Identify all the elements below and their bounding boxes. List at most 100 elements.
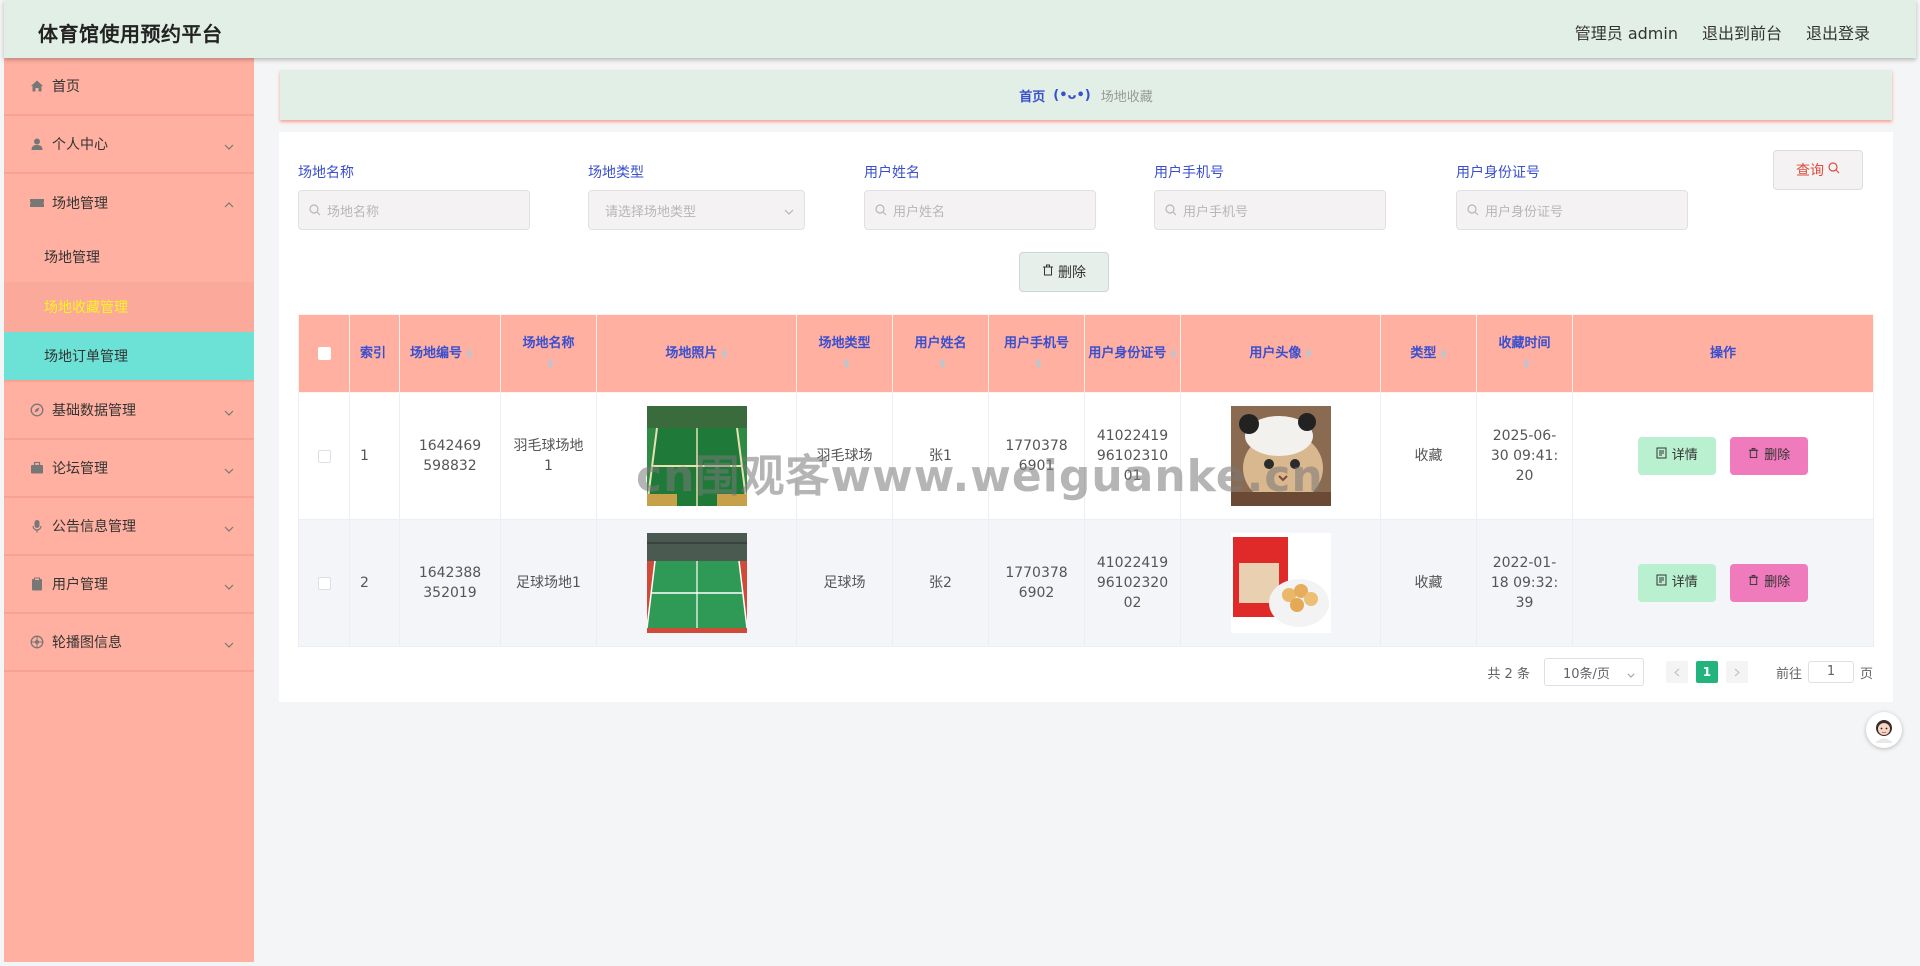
sort-caret-icon[interactable]: ▲ ▼ <box>466 347 472 360</box>
assistant-avatar-button[interactable] <box>1866 712 1902 748</box>
col-header-label: 用户手机号 <box>1003 335 1069 351</box>
breadcrumb-home[interactable]: 首页 <box>1019 86 1045 105</box>
cell-actions: 详情 删除 <box>1572 392 1874 520</box>
sidebar-subitem-venue-orders[interactable]: 场地订单管理 <box>4 332 254 382</box>
cell-fav-type: 收藏 <box>1380 392 1477 520</box>
logout-link[interactable]: 退出登录 <box>1806 20 1870 44</box>
cell-venue-photo <box>596 519 797 647</box>
cell-index: 2 <box>349 519 400 647</box>
venue-name-input[interactable]: 场地名称 <box>298 190 530 230</box>
col-header[interactable]: 场地类型 ▲ ▼ <box>796 314 893 393</box>
user-phone-placeholder: 用户手机号 <box>1183 204 1249 220</box>
chevron-down-icon <box>224 138 234 154</box>
venue-photo[interactable] <box>646 533 747 633</box>
cell-type: 羽毛球场 <box>796 392 893 520</box>
sort-caret-icon[interactable]: ▲ ▼ <box>547 357 553 370</box>
batch-delete-button[interactable]: 删除 <box>1019 252 1109 292</box>
col-header[interactable]: 用户头像 ▲ ▼ <box>1180 314 1381 393</box>
user-id-card-input[interactable]: 用户身份证号 <box>1456 190 1688 230</box>
prev-page-button[interactable] <box>1665 661 1688 683</box>
sort-caret-icon[interactable]: ▲ ▼ <box>1170 347 1176 360</box>
search-icon <box>875 204 887 216</box>
venue-type-label: 场地类型 <box>588 165 644 181</box>
col-header-label: 操作 <box>1709 345 1736 361</box>
select-all-checkbox[interactable] <box>317 346 331 360</box>
cell-name-text: 羽毛球场地1 <box>513 438 584 474</box>
sort-caret-icon[interactable]: ▲ ▼ <box>1305 347 1311 360</box>
sidebar-subitem-venue-favorites[interactable]: 场地收藏管理 <box>4 282 254 332</box>
user-id-card-label: 用户身份证号 <box>1456 165 1540 181</box>
col-header-label: 场地编号 <box>410 345 463 361</box>
row-checkbox[interactable] <box>317 576 331 590</box>
sort-caret-icon[interactable]: ▲ ▼ <box>939 357 945 370</box>
sidebar-item-users[interactable]: 用户管理 <box>4 556 254 614</box>
sort-caret-icon[interactable]: ▲ ▼ <box>721 347 727 360</box>
header-actions: 管理员 admin 退出到前台 退出登录 <box>1575 20 1870 44</box>
cell-user: 张2 <box>892 519 989 647</box>
sort-caret-icon[interactable]: ▲ ▼ <box>1035 357 1041 370</box>
search-icon <box>1828 162 1840 178</box>
col-header: 索引 <box>349 314 400 393</box>
user-phone-label: 用户手机号 <box>1154 165 1224 181</box>
venue-photo[interactable] <box>646 406 747 506</box>
delete-button[interactable]: 删除 <box>1730 564 1809 602</box>
col-header[interactable]: 场地名称 ▲ ▼ <box>500 314 597 393</box>
page-number-button[interactable]: 1 <box>1695 661 1718 683</box>
venue-type-select[interactable]: 请选择场地类型 <box>588 190 805 230</box>
sidebar-item-home[interactable]: 首页 <box>4 58 254 116</box>
user-phone-input[interactable]: 用户手机号 <box>1154 190 1386 230</box>
sidebar-item-basic-data[interactable]: 基础数据管理 <box>4 382 254 440</box>
sidebar-item-carousel[interactable]: 轮播图信息 <box>4 614 254 672</box>
col-header[interactable]: 场地编号 ▲ ▼ <box>399 314 501 393</box>
detail-button[interactable]: 详情 <box>1637 564 1716 602</box>
col-header-label: 场地类型 <box>818 335 871 351</box>
cell-type: 足球场 <box>796 519 893 647</box>
sidebar-item-forum[interactable]: 论坛管理 <box>4 440 254 498</box>
col-header[interactable]: 用户身份证号 ▲ ▼ <box>1084 314 1181 393</box>
app-title: 体育馆使用预约平台 <box>38 22 223 46</box>
cell-id-card-text: 410224199610231001 <box>1096 428 1169 484</box>
user-name-placeholder: 用户姓名 <box>893 204 946 220</box>
user-avatar-image[interactable] <box>1230 406 1331 506</box>
delete-button-label: 删除 <box>1764 448 1791 463</box>
user-name-input[interactable]: 用户姓名 <box>864 190 1096 230</box>
user-avatar-image[interactable] <box>1230 533 1331 633</box>
detail-button[interactable]: 详情 <box>1637 437 1716 475</box>
page-size-select[interactable]: 10条/页 <box>1543 658 1644 686</box>
goto-page-input[interactable]: 1 <box>1807 661 1854 683</box>
col-header-label: 收藏时间 <box>1498 335 1551 351</box>
sidebar-subitem-venue-management[interactable]: 场地管理 <box>4 232 254 282</box>
venue-type-placeholder: 请选择场地类型 <box>605 204 697 220</box>
col-header[interactable]: 场地照片 ▲ ▼ <box>596 314 797 393</box>
back-to-front-link[interactable]: 退出到前台 <box>1702 20 1782 44</box>
query-button[interactable]: 查询 <box>1773 150 1863 190</box>
sort-caret-icon[interactable]: ▲ ▼ <box>1440 347 1446 360</box>
col-header-label: 类型 <box>1410 345 1437 361</box>
breadcrumb-current: 场地收藏 <box>1100 89 1153 105</box>
delete-button-label: 删除 <box>1764 575 1791 590</box>
cell-id-card-text: 410224199610232002 <box>1096 555 1169 611</box>
trash-icon <box>1748 446 1759 466</box>
trash-icon <box>1748 573 1759 593</box>
chevron-down-icon <box>1627 667 1635 682</box>
col-header-label: 索引 <box>360 345 387 361</box>
sidebar-item-label: 用户管理 <box>52 577 108 593</box>
sidebar-item-label: 个人中心 <box>52 137 108 153</box>
cell-name: 羽毛球场地1 <box>500 392 597 520</box>
col-header[interactable]: 用户姓名 ▲ ▼ <box>892 314 989 393</box>
delete-button[interactable]: 删除 <box>1730 437 1809 475</box>
col-header[interactable]: 类型 ▲ ▼ <box>1380 314 1477 393</box>
chevron-down-icon <box>784 204 794 219</box>
sidebar-item-personal-center[interactable]: 个人中心 <box>4 116 254 174</box>
home-icon <box>28 77 46 95</box>
col-header[interactable]: 收藏时间 ▲ ▼ <box>1476 314 1573 393</box>
sidebar-item-venue-management[interactable]: 场地管理 <box>4 174 254 232</box>
sidebar-item-announcements[interactable]: 公告信息管理 <box>4 498 254 556</box>
row-checkbox[interactable] <box>317 449 331 463</box>
col-header[interactable]: 用户手机号 ▲ ▼ <box>988 314 1085 393</box>
next-page-button[interactable] <box>1725 661 1748 683</box>
sort-caret-icon[interactable]: ▲ ▼ <box>1523 357 1529 370</box>
table-header-row: 索引 场地编号 ▲ ▼ 场地名称 ▲ ▼ 场地照片 ▲ ▼ 场地类型 ▲ ▼ 用户姓名 ▲ ▼ 用户… <box>298 314 1874 393</box>
page-size-value: 10条/页 <box>1562 666 1610 682</box>
sort-caret-icon[interactable]: ▲ ▼ <box>843 357 849 370</box>
